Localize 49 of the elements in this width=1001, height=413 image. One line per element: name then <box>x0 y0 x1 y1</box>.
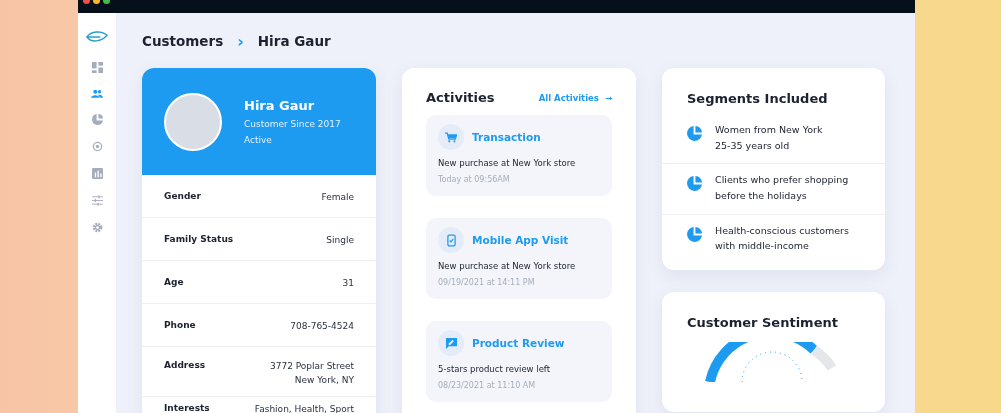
segment-text: Clients who prefer shopping before the holidays <box>715 173 849 203</box>
phone-icon <box>438 227 464 253</box>
card-title: Activities <box>426 90 495 105</box>
field-label: Interests <box>164 403 210 413</box>
segment-text: Women from New York 25-35 years old <box>715 123 823 153</box>
sidebar-sliders-button[interactable] <box>89 193 105 208</box>
activity-card[interactable]: Product Review 5-stars product review left 08/23/2021 at 11:10 AM <box>426 321 612 402</box>
field-value: Single <box>326 234 354 247</box>
activity-card[interactable]: Transaction New purchase at New York store Today at 09:56AM <box>426 115 612 196</box>
breadcrumb-current: Hira Gaur <box>257 33 331 49</box>
sidebar-chart-button[interactable] <box>89 166 105 181</box>
activity-title: Transaction <box>472 131 541 143</box>
pie-chart-icon <box>687 126 702 141</box>
sidebar-pie-button[interactable] <box>89 112 105 127</box>
field-value: Female <box>321 191 354 204</box>
avatar-placeholder <box>164 92 222 151</box>
card-title: Customer Sentiment <box>686 315 839 331</box>
pie-chart-icon <box>687 176 702 192</box>
card-title: Segments Included <box>686 91 829 106</box>
activity-card[interactable]: Mobile App Visit New purchase at New York store 09/19/2021 at 14:11 PM <box>426 218 612 299</box>
activity-text: New purchase at New York store <box>438 158 577 168</box>
activity-text: New purchase at New York store <box>438 261 577 271</box>
customer-status: Active <box>244 135 273 145</box>
activity-title: Mobile App Visit <box>472 234 569 246</box>
activity-time: Today at 09:56AM <box>438 175 511 184</box>
field-label: Age <box>164 277 184 287</box>
customer-since: Customer Since 2017 <box>244 119 341 129</box>
field-label: Family Status <box>164 234 234 244</box>
activity-time: 09/19/2021 at 14:11 PM <box>438 278 536 287</box>
leaf-logo-icon <box>86 31 108 43</box>
field-label: Address <box>164 360 206 370</box>
activity-text: 5-stars product review left <box>438 364 552 374</box>
sidebar-users-button[interactable] <box>89 87 105 100</box>
customer-name: Hira Gaur <box>244 98 316 113</box>
breadcrumb-link[interactable]: Customers <box>142 33 224 49</box>
segment-text: Health-conscious customers with middle-income <box>715 223 849 254</box>
field-value: 708-765-4524 <box>290 320 354 333</box>
field-value: Fashion, Health, Sport <box>254 403 354 413</box>
pie-chart-icon <box>687 226 702 242</box>
field-value: 31 <box>342 277 354 290</box>
activity-title: Product Review <box>472 337 565 349</box>
field-value: 3772 Poplar Street New York, NY <box>270 360 354 387</box>
chat-icon <box>438 330 464 356</box>
field-label: Gender <box>164 191 201 201</box>
sidebar-grid-button[interactable] <box>89 60 105 75</box>
cart-icon <box>438 124 464 150</box>
breadcrumb-separator: › <box>237 31 244 51</box>
field-label: Phone <box>164 320 196 330</box>
activity-time: 08/23/2021 at 11:10 AM <box>438 381 537 390</box>
